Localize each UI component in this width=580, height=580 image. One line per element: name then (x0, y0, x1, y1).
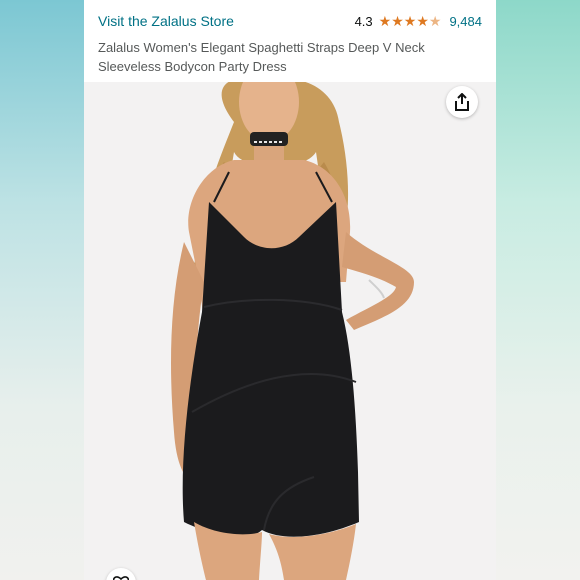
heart-icon (113, 576, 129, 580)
product-header: Visit the Zalalus Store 4.3 ★ ★ ★ ★ ★ 9,… (84, 0, 496, 76)
product-title: Zalalus Women's Elegant Spaghetti Straps… (98, 40, 425, 74)
star-rating: ★ ★ ★ ★ ★ (379, 14, 442, 28)
product-image[interactable] (84, 62, 496, 580)
star-icon: ★ (416, 13, 429, 29)
star-icon: ★ (403, 13, 417, 29)
product-card: Visit the Zalalus Store 4.3 ★ ★ ★ ★ ★ 9,… (84, 0, 496, 580)
rating-value: 4.3 (354, 13, 373, 29)
half-star-icon: ★ (428, 13, 442, 29)
product-photo (171, 62, 414, 580)
dress (182, 202, 359, 537)
star-icon: ★ (391, 13, 404, 29)
right-arm (342, 232, 414, 330)
review-count-link[interactable]: 9,484 (449, 14, 482, 29)
store-rating-row: Visit the Zalalus Store 4.3 ★ ★ ★ ★ ★ 9,… (98, 10, 482, 32)
share-icon (455, 93, 469, 111)
choker (250, 132, 288, 146)
background-left (0, 0, 84, 580)
star-icon: ★ (378, 13, 392, 29)
background-right (496, 0, 580, 580)
rating-summary[interactable]: 4.3 ★ ★ ★ ★ ★ 9,484 (355, 14, 482, 29)
share-button[interactable] (446, 86, 478, 118)
visit-store-link[interactable]: Visit the Zalalus Store (98, 13, 234, 29)
